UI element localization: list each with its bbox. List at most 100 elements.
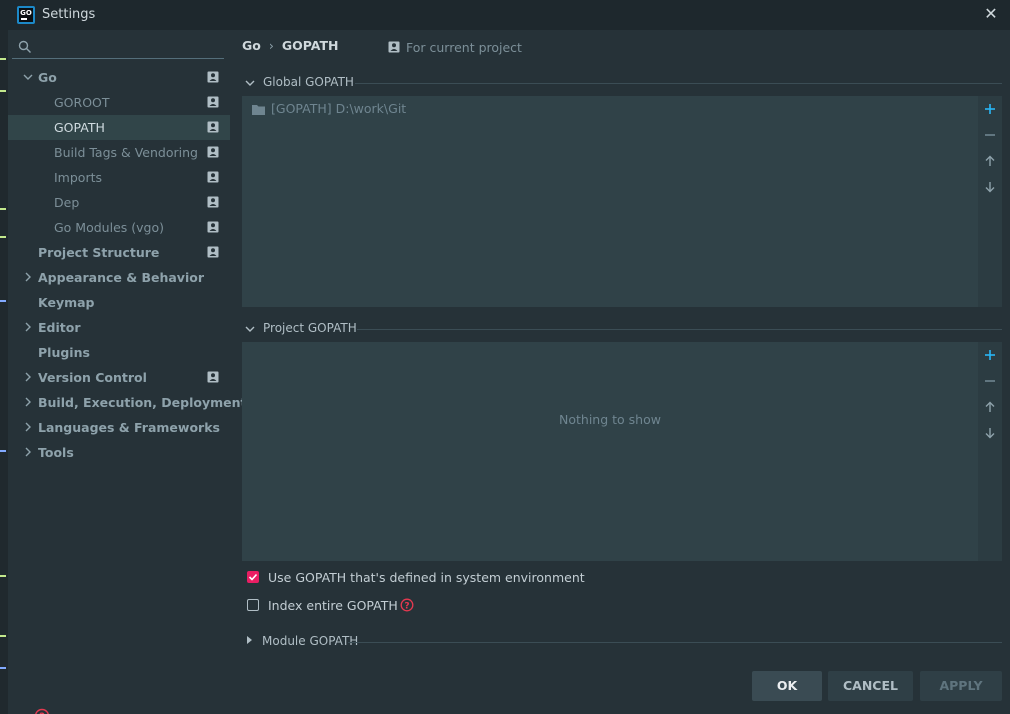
search-icon xyxy=(18,40,31,53)
plus-icon xyxy=(985,104,995,114)
project-scope-icon xyxy=(207,221,219,233)
move-down-project-gopath-button[interactable] xyxy=(978,422,1002,444)
minus-icon xyxy=(985,134,995,136)
breadcrumb-separator: › xyxy=(268,38,274,53)
project-scope-icon xyxy=(207,196,219,208)
add-project-gopath-button[interactable] xyxy=(978,344,1002,366)
apply-button[interactable]: APPLY xyxy=(920,671,1002,701)
sidebar-item-label: Go xyxy=(38,70,57,85)
global-gopath-toolbar xyxy=(978,96,1002,307)
sidebar-item-label: Version Control xyxy=(38,370,147,385)
arrow-up-icon xyxy=(985,155,995,166)
sidebar-item-label: Plugins xyxy=(38,345,90,360)
sidebar-item-goroot[interactable]: GOROOT xyxy=(8,90,230,115)
sidebar-item-build-execution-deployment[interactable]: Build, Execution, Deployment xyxy=(8,390,246,415)
minus-icon xyxy=(985,380,995,382)
chevron-down-icon[interactable] xyxy=(22,71,34,83)
chevron-right-icon[interactable] xyxy=(22,371,34,383)
help-icon[interactable]: ? xyxy=(400,598,414,612)
close-button[interactable]: ✕ xyxy=(981,4,1001,24)
use-system-gopath-checkbox[interactable] xyxy=(247,571,259,583)
sidebar-item-appearance-behavior[interactable]: Appearance & Behavior xyxy=(8,265,230,290)
module-gopath-title: Module GOPATH xyxy=(262,634,359,648)
sidebar-item-label: Build, Execution, Deployment xyxy=(38,395,247,410)
svg-text:?: ? xyxy=(404,601,409,611)
chevron-right-icon[interactable] xyxy=(22,396,34,408)
remove-project-gopath-button[interactable] xyxy=(978,370,1002,392)
plus-icon xyxy=(985,350,995,360)
use-system-gopath-label: Use GOPATH that's defined in system envi… xyxy=(268,570,585,585)
chevron-right-icon[interactable] xyxy=(22,271,34,283)
sidebar-item-label: Languages & Frameworks xyxy=(38,420,220,435)
breadcrumb-current: GOPATH xyxy=(281,38,339,53)
arrow-down-icon xyxy=(985,182,995,193)
sidebar-item-label: Project Structure xyxy=(38,245,160,260)
project-scope-icon xyxy=(207,71,219,83)
add-global-gopath-button[interactable] xyxy=(978,98,1002,120)
project-gopath-toolbar xyxy=(978,342,1002,561)
global-gopath-header[interactable]: Global GOPATH xyxy=(244,73,1002,93)
sidebar-item-build-tags-vendoring[interactable]: Build Tags & Vendoring xyxy=(8,140,230,165)
sidebar-item-label: GOROOT xyxy=(54,95,110,110)
sidebar-item-label: Keymap xyxy=(38,295,95,310)
sidebar-item-label: Dep xyxy=(54,195,80,210)
sidebar-item-tools[interactable]: Tools xyxy=(8,440,230,465)
for-current-project-label: For current project xyxy=(406,40,522,55)
sidebar-item-go[interactable]: Go xyxy=(8,65,230,90)
empty-list-text: Nothing to show xyxy=(559,412,661,427)
remove-global-gopath-button[interactable] xyxy=(978,124,1002,146)
window-title: Settings xyxy=(42,7,96,22)
cancel-button[interactable]: CANCEL xyxy=(828,671,913,701)
settings-sidebar: Go GOROOT GOPATH Build Tags & Vendoring Impo… xyxy=(8,30,246,714)
sidebar-item-gopath[interactable]: GOPATH xyxy=(8,115,230,140)
help-icon[interactable]: ? xyxy=(34,708,50,714)
use-system-gopath-option[interactable]: Use GOPATH that's defined in system envi… xyxy=(247,570,585,588)
section-divider xyxy=(357,329,1002,330)
gopath-path: D:\work\Git xyxy=(335,101,407,116)
section-divider xyxy=(355,83,1002,84)
module-gopath-header[interactable]: Module GOPATH xyxy=(244,632,1002,652)
chevron-right-icon[interactable] xyxy=(22,421,34,433)
project-scope-icon xyxy=(207,246,219,258)
sidebar-item-label: Tools xyxy=(38,445,74,460)
sidebar-item-label: Imports xyxy=(54,170,102,185)
project-scope-icon xyxy=(207,96,219,108)
sidebar-item-plugins[interactable]: Plugins xyxy=(8,340,230,365)
sidebar-item-label: Go Modules (vgo) xyxy=(54,220,164,235)
sidebar-item-languages-frameworks[interactable]: Languages & Frameworks xyxy=(8,415,230,440)
list-item[interactable]: [GOPATH] D:\work\Git xyxy=(252,101,406,116)
global-gopath-list[interactable]: [GOPATH] D:\work\Git xyxy=(242,96,978,307)
sidebar-item-label: Editor xyxy=(38,320,81,335)
title-bar: GO Settings ✕ xyxy=(0,0,1010,30)
chevron-right-icon[interactable] xyxy=(22,321,34,333)
sidebar-item-editor[interactable]: Editor xyxy=(8,315,230,340)
project-gopath-title: Project GOPATH xyxy=(263,321,357,335)
index-entire-gopath-option[interactable]: Index entire GOPATH xyxy=(247,598,398,616)
search-input[interactable] xyxy=(38,38,227,58)
move-down-global-gopath-button[interactable] xyxy=(978,176,1002,198)
breadcrumb-parent[interactable]: Go xyxy=(242,38,261,53)
sidebar-item-project-structure[interactable]: Project Structure xyxy=(8,240,230,265)
chevron-right-icon[interactable] xyxy=(22,446,34,458)
project-gopath-list[interactable]: Nothing to show xyxy=(242,342,978,561)
move-up-global-gopath-button[interactable] xyxy=(978,150,1002,172)
move-up-project-gopath-button[interactable] xyxy=(978,396,1002,418)
sidebar-item-label: GOPATH xyxy=(54,120,105,135)
project-scope-icon xyxy=(207,121,219,133)
sidebar-item-go-modules-vgo[interactable]: Go Modules (vgo) xyxy=(8,215,230,240)
sidebar-item-dep[interactable]: Dep xyxy=(8,190,230,215)
ok-button[interactable]: OK xyxy=(752,671,822,701)
project-scope-icon xyxy=(388,41,400,53)
settings-content: Go › GOPATH For current project Global GOP… xyxy=(230,30,1010,714)
gopath-tag: [GOPATH] xyxy=(271,101,332,116)
chevron-down-icon xyxy=(245,326,255,332)
project-gopath-header[interactable]: Project GOPATH xyxy=(244,319,1002,339)
index-entire-gopath-checkbox[interactable] xyxy=(247,599,259,611)
for-current-project-note: For current project xyxy=(388,40,522,55)
sidebar-item-version-control[interactable]: Version Control xyxy=(8,365,230,390)
project-scope-icon xyxy=(207,371,219,383)
sidebar-item-imports[interactable]: Imports xyxy=(8,165,230,190)
project-scope-icon xyxy=(207,146,219,158)
sidebar-item-label: Appearance & Behavior xyxy=(38,270,204,285)
sidebar-item-keymap[interactable]: Keymap xyxy=(8,290,230,315)
